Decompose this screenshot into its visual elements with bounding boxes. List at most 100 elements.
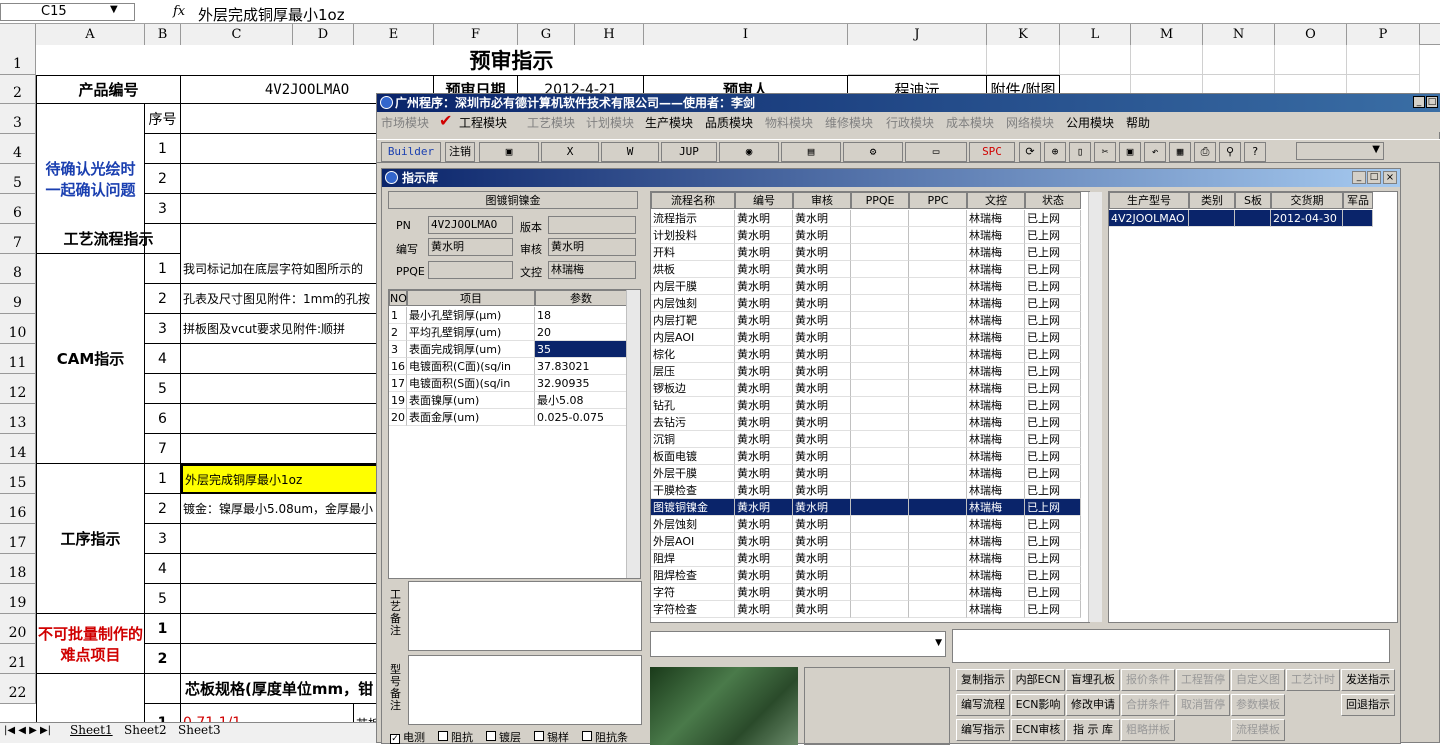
flow-cell[interactable]: 黄水明 xyxy=(793,210,851,227)
flow-cell[interactable]: 林瑞梅 xyxy=(967,465,1025,482)
flow-cell[interactable]: 林瑞梅 xyxy=(967,584,1025,601)
flow-cell[interactable]: 已上网 xyxy=(1025,584,1081,601)
column-header-i[interactable]: I xyxy=(644,24,848,45)
flow-cell[interactable]: 林瑞梅 xyxy=(967,499,1025,516)
grid-cell[interactable] xyxy=(1060,45,1131,75)
flow-cell[interactable]: 林瑞梅 xyxy=(967,329,1025,346)
flow-cell[interactable]: 阻焊 xyxy=(651,550,735,567)
flow-col-header[interactable]: PPC xyxy=(909,192,967,209)
model-table[interactable]: 生产型号 类别 S板 交货期 军品 4V2JOOLMAO 2012-04-30 xyxy=(1108,191,1398,623)
param-cell[interactable]: 3 xyxy=(389,341,407,358)
checkbox[interactable] xyxy=(582,731,592,741)
model-col-header[interactable]: S板 xyxy=(1235,192,1271,209)
flow-table[interactable]: 流程名称 编号 审核 PPQE PPC 文控 状态 流程指示 黄水明 黄水明 林瑞梅 已上网 计划投料黄… xyxy=(650,191,1090,623)
flow-cell[interactable]: 层压 xyxy=(651,363,735,380)
param-cell[interactable]: 2 xyxy=(389,324,407,341)
row-header-7[interactable]: 7 xyxy=(0,224,36,254)
flow-cell[interactable]: 黄水明 xyxy=(735,295,793,312)
row-header-6[interactable]: 6 xyxy=(0,194,36,224)
flow-row[interactable]: 钻孔 黄水明 黄水明 林瑞梅 已上网 xyxy=(651,397,1081,414)
flow-cell[interactable]: 林瑞梅 xyxy=(967,295,1025,312)
flow-row[interactable]: 内层AOI 黄水明 黄水明 林瑞梅 已上网 xyxy=(651,329,1081,346)
flow-cell[interactable]: 黄水明 xyxy=(735,397,793,414)
excel-icon[interactable]: X xyxy=(541,142,599,162)
flow-row[interactable]: 去钻污 黄水明 黄水明 林瑞梅 已上网 xyxy=(651,414,1081,431)
grid-cell[interactable] xyxy=(1347,45,1420,75)
flow-cell[interactable] xyxy=(851,295,909,312)
flow-cell[interactable] xyxy=(909,244,967,261)
cam-label[interactable]: CAM指示 xyxy=(36,254,145,464)
model-cell[interactable]: 2012-04-30 xyxy=(1271,210,1343,227)
flow-cell[interactable]: 黄水明 xyxy=(735,584,793,601)
flow-cell[interactable]: 黄水明 xyxy=(735,329,793,346)
flow-cell[interactable] xyxy=(909,601,967,618)
flow-col-header[interactable]: 审核 xyxy=(793,192,851,209)
flow-cell[interactable]: 已上网 xyxy=(1025,550,1081,567)
flow-cell[interactable]: 已上网 xyxy=(1025,397,1081,414)
row-header-12[interactable]: 12 xyxy=(0,374,36,404)
flow-cell[interactable]: 黄水明 xyxy=(793,482,851,499)
pn-field[interactable]: 4V2JOOLMAO xyxy=(428,216,513,234)
flow-row[interactable]: 外层干膜 黄水明 黄水明 林瑞梅 已上网 xyxy=(651,465,1081,482)
menu-item[interactable]: 成本模块 xyxy=(946,114,994,131)
review-field[interactable]: 黄水明 xyxy=(548,238,636,256)
formula-input[interactable]: 外层完成铜厚最小1oz xyxy=(198,4,345,25)
checkbox[interactable] xyxy=(534,731,544,741)
column-header-k[interactable]: K xyxy=(987,24,1060,45)
seq-number[interactable]: 1 xyxy=(145,254,181,284)
save-icon[interactable]: ▣ xyxy=(1119,142,1141,162)
flow-cell[interactable] xyxy=(909,227,967,244)
flow-cell[interactable] xyxy=(851,227,909,244)
flow-cell[interactable]: 黄水明 xyxy=(793,533,851,550)
flow-cell[interactable]: 林瑞梅 xyxy=(967,414,1025,431)
seq-number[interactable]: 3 xyxy=(145,194,181,224)
param-cell[interactable]: 17 xyxy=(389,375,407,392)
flow-cell[interactable] xyxy=(909,431,967,448)
action-button[interactable]: 复制指示 xyxy=(956,669,1010,691)
flow-cell[interactable]: 黄水明 xyxy=(735,448,793,465)
flow-row[interactable]: 内层打靶 黄水明 黄水明 林瑞梅 已上网 xyxy=(651,312,1081,329)
flow-cell[interactable] xyxy=(851,397,909,414)
logout-button[interactable]: 注销 xyxy=(445,142,475,162)
flow-cell[interactable] xyxy=(851,363,909,380)
flow-cell[interactable] xyxy=(851,516,909,533)
maximize-icon[interactable]: □ xyxy=(1426,96,1438,108)
row-header-13[interactable]: 13 xyxy=(0,404,36,434)
flow-cell[interactable]: 已上网 xyxy=(1025,448,1081,465)
model-col-header[interactable]: 类别 xyxy=(1189,192,1235,209)
action-button[interactable]: 取消暂停 xyxy=(1176,694,1230,716)
param-row[interactable]: 3 表面完成铜厚(um) 35 xyxy=(389,341,627,358)
flow-cell[interactable]: 已上网 xyxy=(1025,601,1081,618)
flow-col-header[interactable]: 文控 xyxy=(967,192,1025,209)
seq-number[interactable]: 2 xyxy=(145,164,181,194)
flow-cell[interactable]: 林瑞梅 xyxy=(967,210,1025,227)
seq-number[interactable]: 2 xyxy=(145,284,181,314)
column-header-p[interactable]: P xyxy=(1347,24,1420,45)
flow-cell[interactable] xyxy=(909,533,967,550)
flow-cell[interactable]: 黄水明 xyxy=(735,244,793,261)
param-col-header[interactable]: 参数 xyxy=(535,290,627,306)
flow-cell[interactable]: 烘板 xyxy=(651,261,735,278)
flow-cell[interactable] xyxy=(909,397,967,414)
param-cell[interactable]: 35 xyxy=(535,341,627,358)
flow-cell[interactable]: 林瑞梅 xyxy=(967,550,1025,567)
action-button[interactable]: 编写流程 xyxy=(956,694,1010,716)
flow-cell[interactable]: 已上网 xyxy=(1025,210,1081,227)
seq-number[interactable]: 5 xyxy=(145,374,181,404)
checkbox[interactable] xyxy=(438,731,448,741)
flow-cell[interactable]: 黄水明 xyxy=(735,380,793,397)
column-header-a[interactable]: A xyxy=(36,24,145,45)
flow-cell[interactable] xyxy=(909,210,967,227)
flow-cell[interactable]: 林瑞梅 xyxy=(967,516,1025,533)
row-header-19[interactable]: 19 xyxy=(0,584,36,614)
param-cell[interactable]: 20 xyxy=(535,324,627,341)
flow-row[interactable]: 内层干膜 黄水明 黄水明 林瑞梅 已上网 xyxy=(651,278,1081,295)
flow-row[interactable]: 锣板边 黄水明 黄水明 林瑞梅 已上网 xyxy=(651,380,1081,397)
param-col-header[interactable]: 项目 xyxy=(407,290,535,306)
flow-cell[interactable]: 黄水明 xyxy=(793,244,851,261)
param-cell[interactable]: 1 xyxy=(389,307,407,324)
flow-cell[interactable]: 黄水明 xyxy=(793,363,851,380)
menu-item[interactable]: 维修模块 xyxy=(825,114,873,131)
flow-cell[interactable]: 图镀铜镍金 xyxy=(651,499,735,516)
flow-cell[interactable]: 去钻污 xyxy=(651,414,735,431)
